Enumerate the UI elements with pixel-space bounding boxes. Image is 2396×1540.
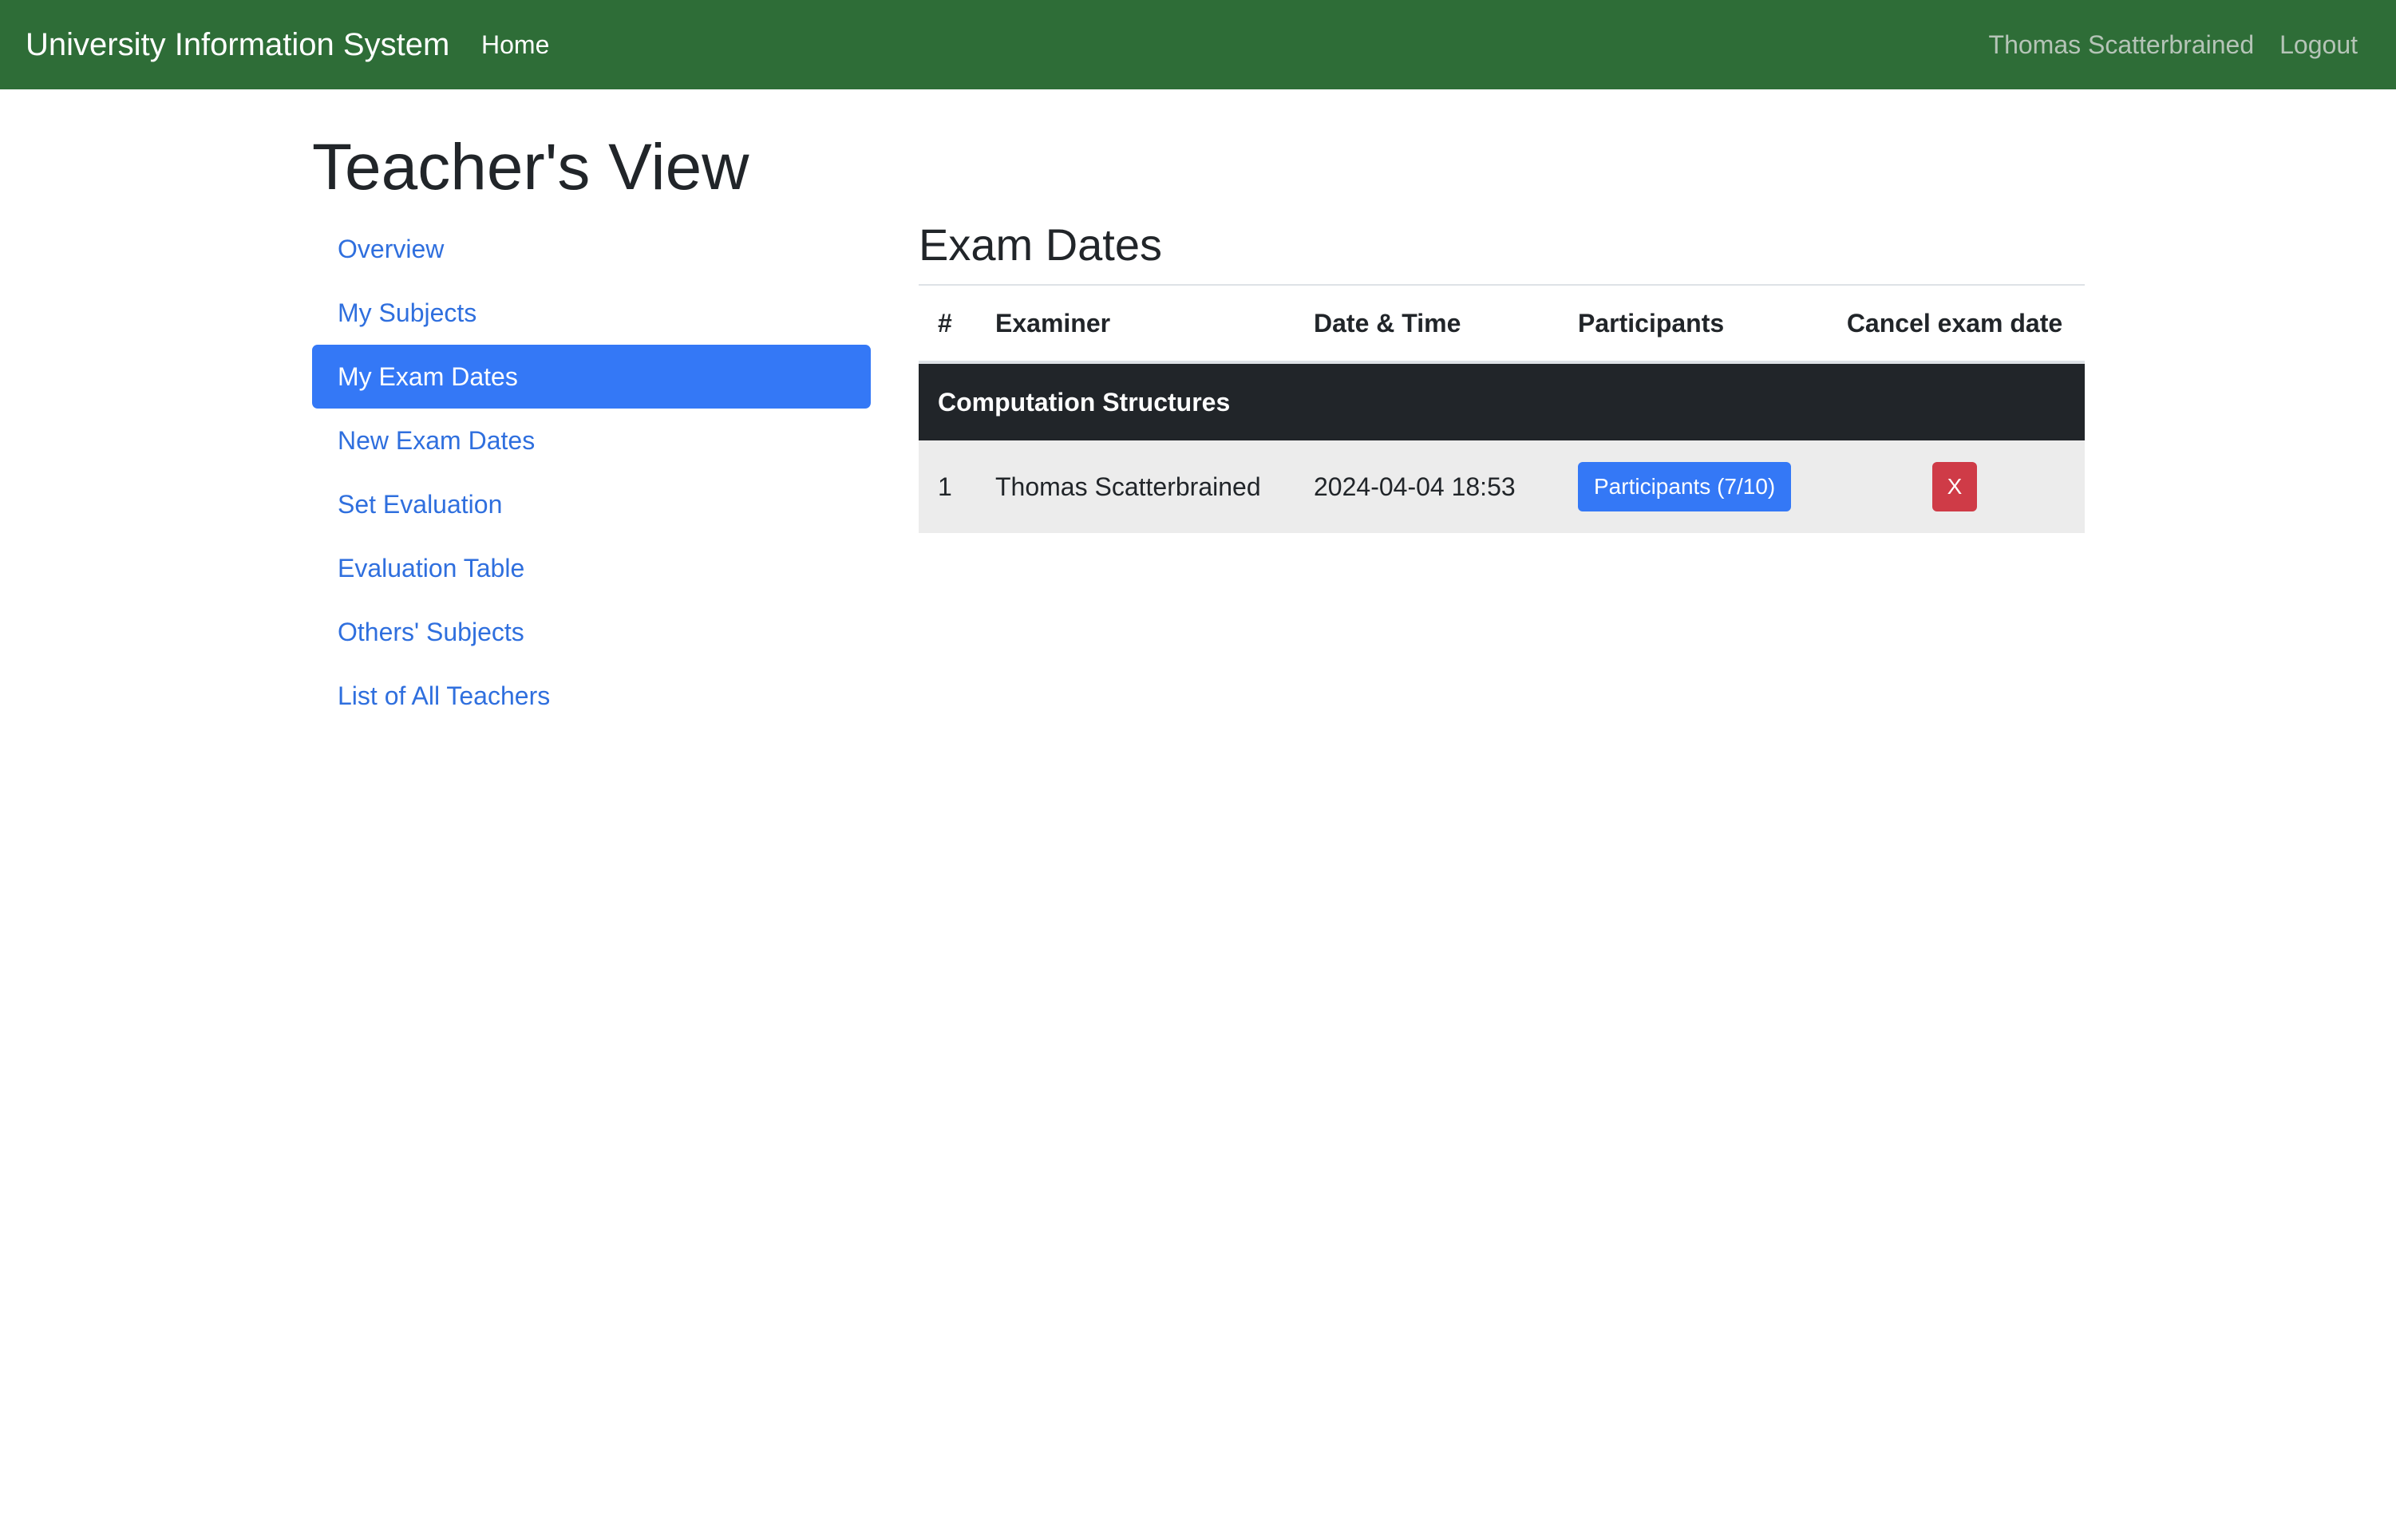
main-content: Exam Dates # Examiner Date & Time Partic… [919, 217, 2085, 533]
table-row: 1 Thomas Scatterbrained 2024-04-04 18:53… [919, 440, 2085, 533]
subject-group-row: Computation Structures [919, 362, 2085, 440]
header-participants: Participants [1559, 286, 1825, 364]
header-cancel: Cancel exam date [1825, 286, 2085, 364]
sidebar-item-overview[interactable]: Overview [312, 217, 871, 281]
sidebar-item-all-teachers[interactable]: List of All Teachers [312, 664, 871, 728]
row-index: 1 [919, 440, 976, 533]
row-datetime: 2024-04-04 18:53 [1295, 440, 1559, 533]
header-datetime: Date & Time [1295, 286, 1559, 364]
nav-user-area: Thomas Scatterbrained Logout [1989, 0, 2358, 89]
participants-button[interactable]: Participants (7/10) [1578, 462, 1792, 511]
sidebar-item-others-subjects[interactable]: Others' Subjects [312, 600, 871, 664]
row-participants-cell: Participants (7/10) [1559, 440, 1825, 533]
cancel-exam-button[interactable]: X [1932, 462, 1977, 511]
sidebar-item-set-evaluation[interactable]: Set Evaluation [312, 472, 871, 536]
row-examiner: Thomas Scatterbrained [976, 440, 1295, 533]
sidebar-item-my-subjects[interactable]: My Subjects [312, 281, 871, 345]
sidebar-item-my-exam-dates[interactable]: My Exam Dates [312, 345, 871, 409]
brand-link[interactable]: University Information System [26, 0, 449, 89]
top-navbar: University Information System Home Thoma… [0, 0, 2396, 89]
nav-home-link[interactable]: Home [481, 0, 549, 89]
header-examiner: Examiner [976, 286, 1295, 364]
sidebar-nav: Overview My Subjects My Exam Dates New E… [312, 217, 871, 728]
section-title: Exam Dates [919, 219, 1162, 270]
user-name-link[interactable]: Thomas Scatterbrained [1989, 30, 2255, 60]
sidebar-item-evaluation-table[interactable]: Evaluation Table [312, 536, 871, 600]
row-cancel-cell: X [1825, 440, 2085, 533]
table-header-row: # Examiner Date & Time Participants Canc… [919, 286, 2085, 364]
page-title: Teacher's View [312, 131, 749, 203]
sidebar-item-new-exam-dates[interactable]: New Exam Dates [312, 409, 871, 472]
exam-dates-table: # Examiner Date & Time Participants Canc… [919, 286, 2085, 533]
header-index: # [919, 286, 976, 364]
logout-link[interactable]: Logout [2279, 30, 2358, 60]
subject-name: Computation Structures [919, 362, 2085, 440]
